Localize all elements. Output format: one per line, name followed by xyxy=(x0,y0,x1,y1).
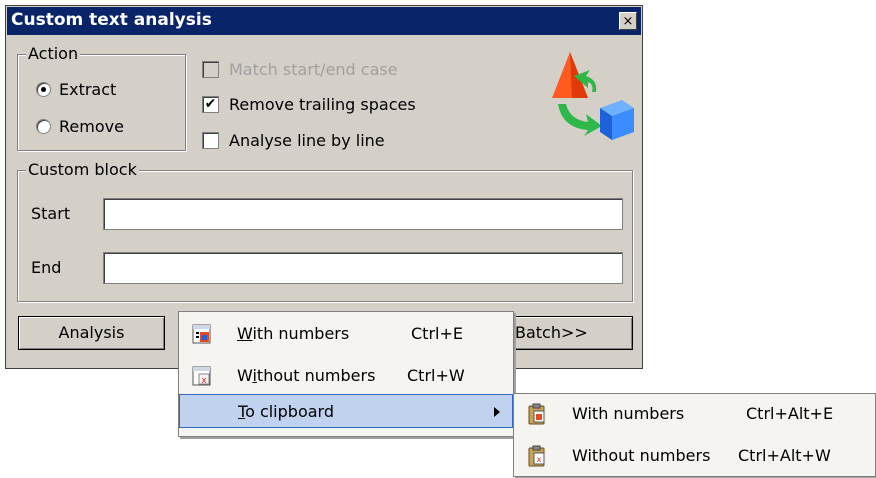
analyse-line-by-line-label: Analyse line by line xyxy=(229,131,385,150)
custom-block-group: Custom block Start End xyxy=(17,160,633,302)
clipboard-no-numbers-icon: x xyxy=(528,445,545,467)
match-case-label: Match start/end case xyxy=(229,60,398,79)
end-input[interactable] xyxy=(103,252,623,284)
table-numbers-icon xyxy=(192,324,211,344)
radio-extract[interactable]: Extract xyxy=(36,80,116,99)
svg-text:x: x xyxy=(201,376,207,386)
action-group: Action Extract Remove xyxy=(17,44,186,151)
radio-extract-label: Extract xyxy=(59,80,117,99)
clipboard-submenu: With numbers Ctrl+Alt+E x Without number… xyxy=(513,393,876,477)
menu-item-to-clipboard[interactable]: To clipboard xyxy=(179,394,513,428)
remove-trailing-spaces-checkbox[interactable]: ✔ Remove trailing spaces xyxy=(202,95,416,114)
svg-text:x: x xyxy=(537,455,542,464)
table-no-numbers-icon: x xyxy=(192,366,211,386)
menu-item-without-numbers[interactable]: x Without numbers Ctrl+W xyxy=(179,359,513,393)
start-label: Start xyxy=(31,204,71,223)
radio-remove-label: Remove xyxy=(59,117,124,136)
menu-item-with-numbers[interactable]: With numbers Ctrl+E xyxy=(179,317,513,351)
radio-remove-dot[interactable] xyxy=(36,119,51,134)
remove-trailing-spaces-box[interactable]: ✔ xyxy=(202,96,219,113)
end-label: End xyxy=(31,258,62,277)
submenu-item-with-numbers-label: With numbers xyxy=(572,404,685,423)
match-case-checkbox[interactable]: Match start/end case xyxy=(202,60,398,79)
window-title: Custom text analysis xyxy=(11,10,212,30)
submenu-item-with-numbers-shortcut: Ctrl+Alt+E xyxy=(746,404,834,423)
close-button[interactable]: × xyxy=(619,12,637,30)
radio-remove[interactable]: Remove xyxy=(36,117,124,136)
submenu-item-without-numbers-shortcut: Ctrl+Alt+W xyxy=(738,446,831,465)
remove-trailing-spaces-label: Remove trailing spaces xyxy=(229,95,416,114)
menu-item-with-numbers-shortcut: Ctrl+E xyxy=(411,324,463,343)
submenu-item-without-numbers[interactable]: x Without numbers Ctrl+Alt+W xyxy=(514,439,875,473)
submenu-arrow-icon xyxy=(494,407,500,417)
menu-item-without-numbers-label: Without numbers xyxy=(237,366,376,385)
menu-item-with-numbers-label: With numbers xyxy=(237,324,350,343)
title-bar[interactable]: Custom text analysis × xyxy=(7,7,641,35)
menu-item-to-clipboard-label: To clipboard xyxy=(238,402,334,421)
clipboard-numbers-icon xyxy=(528,403,545,425)
analysis-button[interactable]: Analysis xyxy=(18,316,165,350)
analysis-dropdown-menu: With numbers Ctrl+E x Without numbers Ct… xyxy=(178,311,514,437)
analysis-logo-icon xyxy=(552,52,634,140)
match-case-box[interactable] xyxy=(202,61,219,78)
start-input[interactable] xyxy=(103,198,623,230)
action-legend: Action xyxy=(26,44,81,63)
analyse-line-by-line-checkbox[interactable]: Analyse line by line xyxy=(202,131,385,150)
batch-button[interactable]: Batch>> xyxy=(506,316,633,350)
custom-block-legend: Custom block xyxy=(26,160,139,179)
menu-item-without-numbers-shortcut: Ctrl+W xyxy=(407,366,465,385)
radio-extract-dot[interactable] xyxy=(36,82,51,97)
analyse-line-by-line-box[interactable] xyxy=(202,132,219,149)
submenu-item-without-numbers-label: Without numbers xyxy=(572,446,711,465)
submenu-item-with-numbers[interactable]: With numbers Ctrl+Alt+E xyxy=(514,397,875,431)
